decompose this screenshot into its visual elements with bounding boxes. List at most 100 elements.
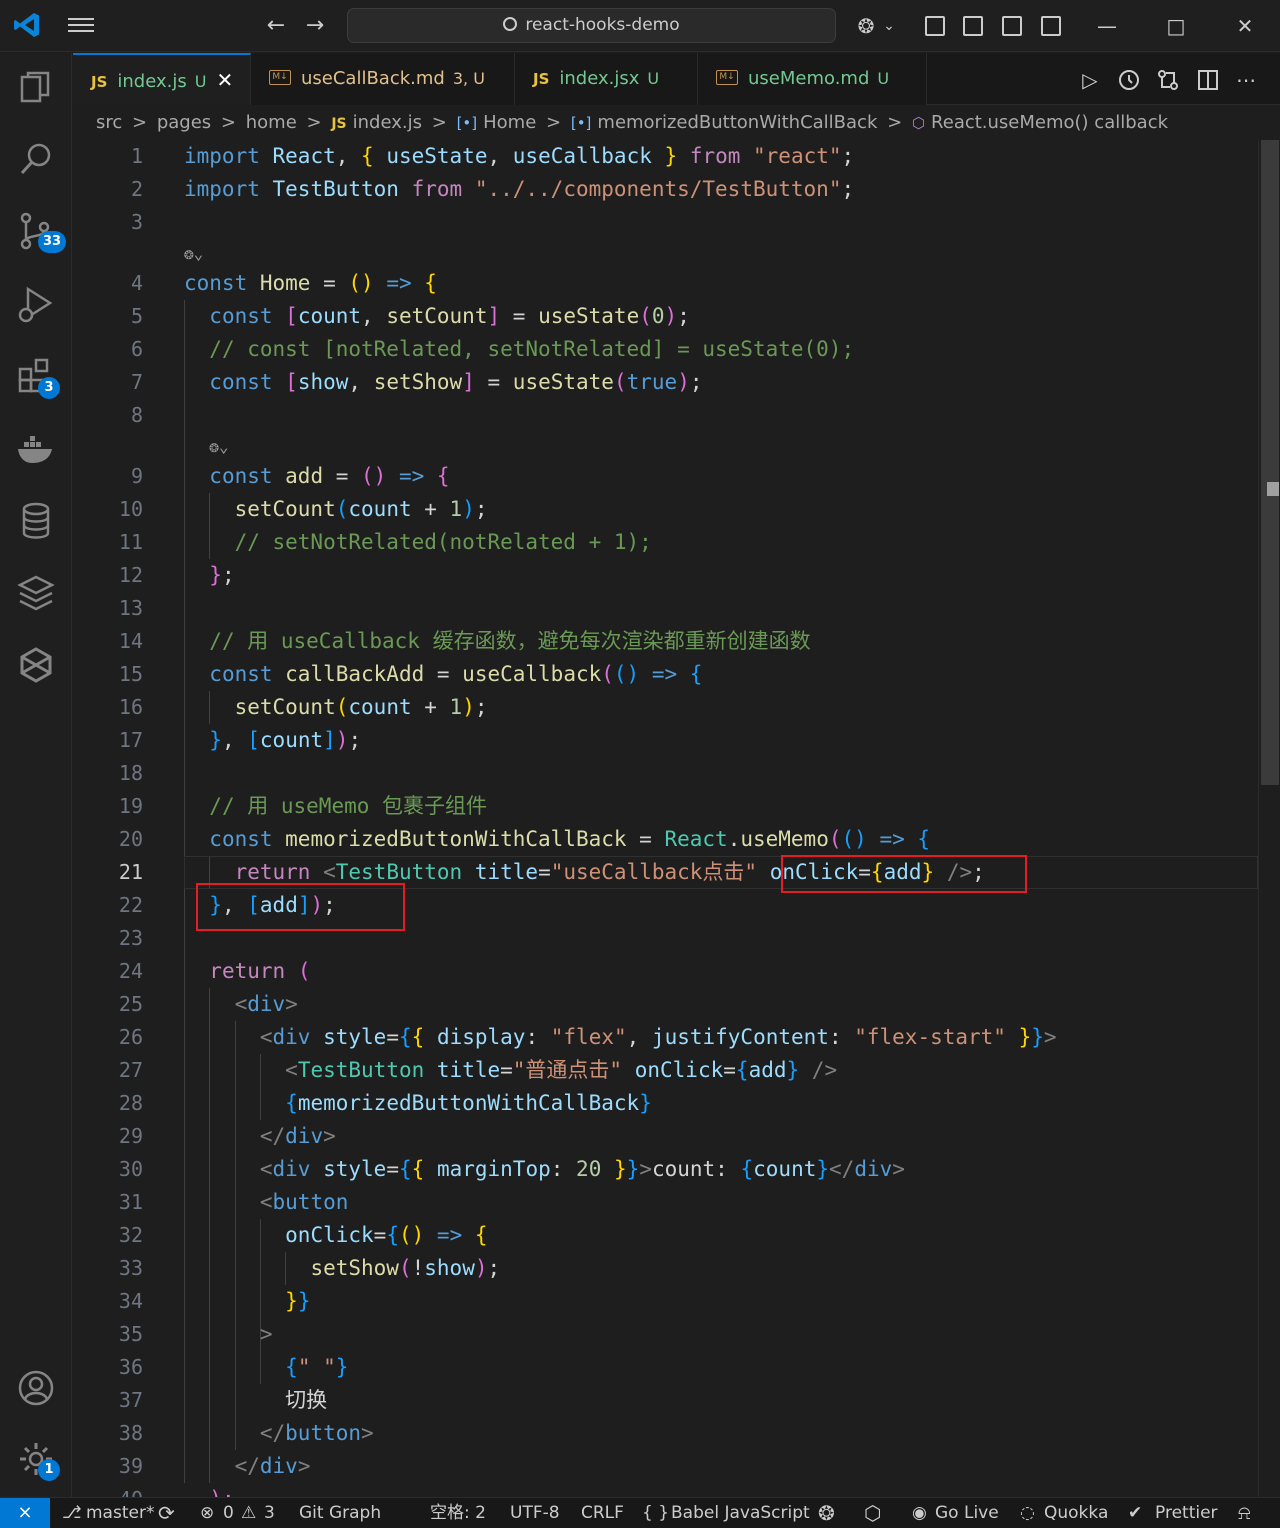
code-line[interactable]: 5 const [count, setCount] = useState(0); — [73, 300, 1258, 333]
code-line[interactable]: 40 ); — [73, 1483, 1258, 1497]
code-line[interactable]: 4 const Home = () => { — [73, 267, 1258, 300]
code-line[interactable]: 12 }; — [73, 559, 1258, 592]
run-icon[interactable]: ▷ — [1077, 67, 1103, 93]
vscode-logo-icon[interactable] — [12, 10, 42, 40]
warning-count[interactable]: 3 — [264, 1498, 275, 1528]
copilot-icon[interactable]: ❂ — [852, 12, 880, 40]
tabnine-codelens-icon[interactable]: ❂⌄ — [184, 237, 203, 270]
toggle-panel-icon[interactable] — [1002, 16, 1022, 36]
close-icon[interactable]: ✕ — [216, 68, 233, 92]
database-icon[interactable] — [14, 499, 58, 543]
back-arrow-icon[interactable]: ← — [262, 12, 290, 40]
code-line[interactable]: 15 const callBackAdd = useCallback(() =>… — [73, 658, 1258, 691]
breadcrumb-item[interactable]: Home — [483, 112, 536, 133]
indentation-button[interactable]: 空格: 2 — [430, 1498, 486, 1528]
code-line[interactable]: 1 import React, { useState, useCallback }… — [73, 140, 1258, 173]
branch-name[interactable]: master* — [86, 1498, 154, 1528]
code-line[interactable]: 25 <div> — [73, 988, 1258, 1021]
go-live-button[interactable]: Go Live — [935, 1498, 999, 1528]
tabnine-status-icon[interactable]: ⬡ — [864, 1498, 881, 1528]
prettier-button[interactable]: Prettier — [1155, 1498, 1218, 1528]
forward-arrow-icon[interactable]: → — [301, 12, 329, 40]
tab-index-js[interactable]: JS index.js U ✕ — [73, 53, 251, 105]
code-line[interactable]: 8 — [73, 399, 1258, 432]
code-line[interactable]: 36 {" "} — [73, 1351, 1258, 1384]
code-line[interactable]: 24 return ( — [73, 955, 1258, 988]
code-line[interactable]: 3 — [73, 206, 1258, 239]
scrollbar-thumb[interactable] — [1261, 140, 1279, 785]
notifications-bell-icon[interactable]: ⍾ — [1238, 1498, 1251, 1528]
code-line[interactable]: 13 — [73, 592, 1258, 625]
accounts-icon[interactable] — [14, 1366, 58, 1410]
chevron-down-icon[interactable]: ⌄ — [880, 12, 898, 40]
run-debug-icon[interactable] — [14, 283, 58, 327]
breadcrumb-item[interactable]: index.js — [353, 112, 422, 133]
search-icon[interactable] — [14, 137, 58, 181]
tabnine-icon[interactable] — [14, 643, 58, 687]
code-line[interactable]: 33 setShow(!show); — [73, 1252, 1258, 1285]
minimize-icon[interactable]: — — [1087, 10, 1127, 42]
tab-index-jsx[interactable]: JS index.jsx U — [515, 53, 698, 105]
split-editor-icon[interactable] — [1195, 67, 1221, 93]
code-line[interactable]: 17 }, [count]); — [73, 724, 1258, 757]
docker-icon[interactable] — [14, 427, 58, 471]
code-line[interactable]: 16 setCount(count + 1); — [73, 691, 1258, 724]
remote-indicator-icon[interactable]: ⨯ — [0, 1498, 50, 1528]
code-line[interactable]: 14 // 用 useCallback 缓存函数，避免每次渲染都重新创建函数 — [73, 625, 1258, 658]
menu-icon[interactable] — [66, 14, 96, 38]
quokka-button[interactable]: Quokka — [1044, 1498, 1108, 1528]
compare-changes-icon[interactable] — [1155, 67, 1181, 93]
code-editor[interactable]: 1 import React, { useState, useCallback }… — [73, 140, 1258, 1497]
code-line[interactable]: 10 setCount(count + 1); — [73, 493, 1258, 526]
breadcrumb-item[interactable]: pages — [157, 112, 211, 133]
code-line[interactable]: 11 // setNotRelated(notRelated + 1); — [73, 526, 1258, 559]
code-line[interactable]: 27 <TestButton title="普通点击" onClick={add… — [73, 1054, 1258, 1087]
code-line[interactable]: 38 </button> — [73, 1417, 1258, 1450]
extensions-icon[interactable]: 3 — [14, 355, 60, 399]
code-line[interactable]: 34 }} — [73, 1285, 1258, 1318]
tab-usecallback-md[interactable]: M↓ useCallBack.md 3, U — [251, 53, 515, 105]
code-line[interactable]: 18 — [73, 757, 1258, 790]
breadcrumb-item[interactable]: src — [96, 112, 122, 133]
toggle-secondary-sidebar-icon[interactable] — [1041, 16, 1061, 36]
source-control-icon[interactable]: 33 — [14, 209, 67, 253]
explorer-icon[interactable] — [14, 67, 58, 111]
eol-button[interactable]: CRLF — [581, 1498, 624, 1528]
code-line[interactable]: 31 <button — [73, 1186, 1258, 1219]
toggle-primary-sidebar-icon[interactable] — [963, 16, 983, 36]
timeline-history-icon[interactable] — [1116, 67, 1142, 93]
maximize-icon[interactable]: □ — [1156, 10, 1196, 42]
command-center-search[interactable]: react-hooks-demo — [347, 8, 836, 43]
code-line[interactable]: 6 // const [notRelated, setNotRelated] =… — [73, 333, 1258, 366]
error-count[interactable]: 0 — [223, 1498, 234, 1528]
code-line[interactable]: 39 </div> — [73, 1450, 1258, 1483]
code-line[interactable]: 7 const [show, setShow] = useState(true)… — [73, 366, 1258, 399]
layout-customize-icon[interactable] — [925, 16, 945, 36]
sync-icon[interactable]: ⟳ — [158, 1498, 175, 1528]
code-line[interactable]: 2 import TestButton from "../../component… — [73, 173, 1258, 206]
code-line[interactable]: 20 const memorizedButtonWithCallBack = R… — [73, 823, 1258, 856]
code-line[interactable]: 28 {memorizedButtonWithCallBack} — [73, 1087, 1258, 1120]
tab-usememo-md[interactable]: M↓ useMemo.md U — [698, 53, 927, 105]
code-line[interactable]: 30 <div style={{ marginTop: 20 }}>count:… — [73, 1153, 1258, 1186]
breadcrumb-item[interactable]: React.useMemo() callback — [931, 112, 1168, 133]
code-line[interactable]: 35 > — [73, 1318, 1258, 1351]
more-actions-icon[interactable]: ⋯ — [1233, 67, 1259, 93]
editor-scrollbar[interactable] — [1258, 140, 1280, 1497]
layers-icon[interactable] — [14, 571, 58, 615]
code-line[interactable]: 29 </div> — [73, 1120, 1258, 1153]
git-graph-button[interactable]: Git Graph — [299, 1498, 381, 1528]
code-line[interactable]: 19 // 用 useMemo 包裹子组件 — [73, 790, 1258, 823]
copilot-status-icon[interactable]: ❂ — [818, 1498, 835, 1528]
code-line[interactable]: 9 const add = () => { — [73, 460, 1258, 493]
breadcrumb-item[interactable]: home — [246, 112, 297, 133]
language-mode-button[interactable]: Babel JavaScript — [671, 1498, 810, 1528]
breadcrumb-item[interactable]: memorizedButtonWithCallBack — [597, 112, 877, 133]
settings-gear-icon[interactable]: 1 — [14, 1437, 60, 1481]
encoding-button[interactable]: UTF-8 — [510, 1498, 560, 1528]
code-line[interactable]: 26 <div style={{ display: "flex", justif… — [73, 1021, 1258, 1054]
close-window-icon[interactable]: ✕ — [1225, 10, 1265, 42]
code-line[interactable]: 32 onClick={() => { — [73, 1219, 1258, 1252]
tabnine-codelens-icon[interactable]: ❂⌄ — [209, 430, 228, 463]
code-line[interactable]: 37 切换 — [73, 1384, 1258, 1417]
